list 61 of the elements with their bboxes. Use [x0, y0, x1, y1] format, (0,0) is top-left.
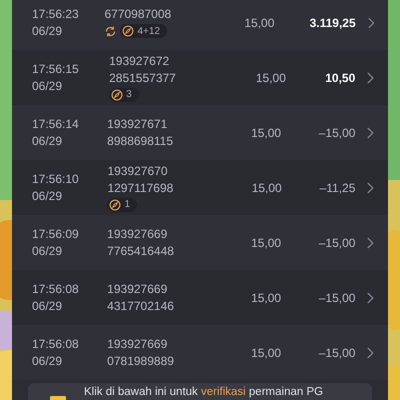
win-amount: 3.119,25 — [310, 16, 356, 30]
chevron-right-icon — [367, 126, 374, 138]
free-spin-badge: 1 — [107, 198, 137, 212]
bet-amount: 15,00 — [251, 290, 282, 304]
transaction-id: 193927671 — [107, 117, 168, 131]
time-text: 17:56:23 — [32, 7, 80, 21]
chevron-right-icon — [367, 346, 374, 358]
history-row[interactable]: 17:56:08 06/29 193927669 0781989889 15,00 –15,00 — [12, 325, 388, 380]
time-text: 17:56:15 — [32, 62, 80, 76]
bet-amount: 15,00 — [244, 16, 276, 30]
compass-icon — [109, 198, 122, 210]
compass-icon — [111, 88, 124, 100]
transaction-id: 8988698115 — [107, 134, 174, 148]
time-text: 17:56:08 — [32, 337, 80, 351]
transaction-id: 193927672 — [109, 54, 170, 68]
notice-text: Klik di bawah ini untuk verifikasi permainan PG — [84, 386, 324, 398]
time-text: 17:56:14 — [32, 117, 80, 131]
history-row[interactable]: 17:56:14 06/29 193927671 8988698115 15,00 –15,00 — [12, 105, 388, 160]
bet-amount: 15,00 — [256, 70, 287, 84]
history-row[interactable]: 17:56:23 06/29 6770987008 4+12 15,00 3.119,25 — [12, 0, 388, 50]
transaction-id: 6770987008 — [104, 7, 172, 21]
time-text: 17:56:10 — [32, 172, 80, 186]
date-text: 06/29 — [32, 134, 64, 148]
win-amount: –15,00 — [318, 290, 356, 304]
bet-amount: 15,00 — [251, 346, 282, 360]
transaction-id: 193927669 — [107, 282, 168, 296]
transaction-id: 1297117698 — [107, 180, 174, 194]
win-amount: –11,25 — [320, 180, 356, 194]
verify-link[interactable]: verifikasi — [200, 386, 246, 398]
chevron-right-icon — [368, 16, 374, 28]
date-text: 06/29 — [32, 299, 64, 313]
date-text: 06/29 — [32, 189, 64, 203]
transaction-id: 193927670 — [107, 164, 169, 178]
refresh-icon — [104, 24, 118, 38]
date-text: 06/29 — [32, 354, 64, 368]
transaction-id: 7765416448 — [107, 244, 175, 258]
chevron-right-icon — [367, 292, 374, 304]
free-spin-badge: 4+12 — [120, 24, 167, 38]
transaction-id: 4317702146 — [107, 299, 175, 313]
bet-amount: 15,00 — [251, 126, 282, 140]
transaction-id: 2851557377 — [109, 70, 177, 84]
free-spin-badge: 3 — [109, 88, 139, 102]
chevron-right-icon — [367, 182, 374, 194]
time-text: 17:56:08 — [32, 282, 80, 296]
bet-amount: 15,00 — [252, 180, 283, 194]
win-amount: –15,00 — [318, 346, 356, 360]
chevron-right-icon — [367, 72, 374, 84]
date-text: 06/29 — [32, 244, 64, 258]
win-amount: –15,00 — [318, 236, 356, 250]
compass-icon — [122, 25, 134, 37]
transaction-id: 193927669 — [107, 227, 168, 241]
time-text: 17:56:09 — [32, 227, 80, 241]
history-row[interactable]: 17:56:09 06/29 193927669 7765416448 15,00 –15,00 — [12, 215, 388, 270]
date-text: 06/29 — [32, 24, 64, 38]
transaction-id: 0781989889 — [107, 354, 175, 368]
chevron-right-icon — [367, 236, 374, 248]
bet-amount: 15,00 — [251, 236, 282, 250]
win-amount: –15,00 — [318, 126, 356, 140]
transaction-id: 193927669 — [107, 337, 168, 351]
win-amount: 10,50 — [325, 70, 356, 84]
date-text: 06/29 — [32, 79, 64, 93]
